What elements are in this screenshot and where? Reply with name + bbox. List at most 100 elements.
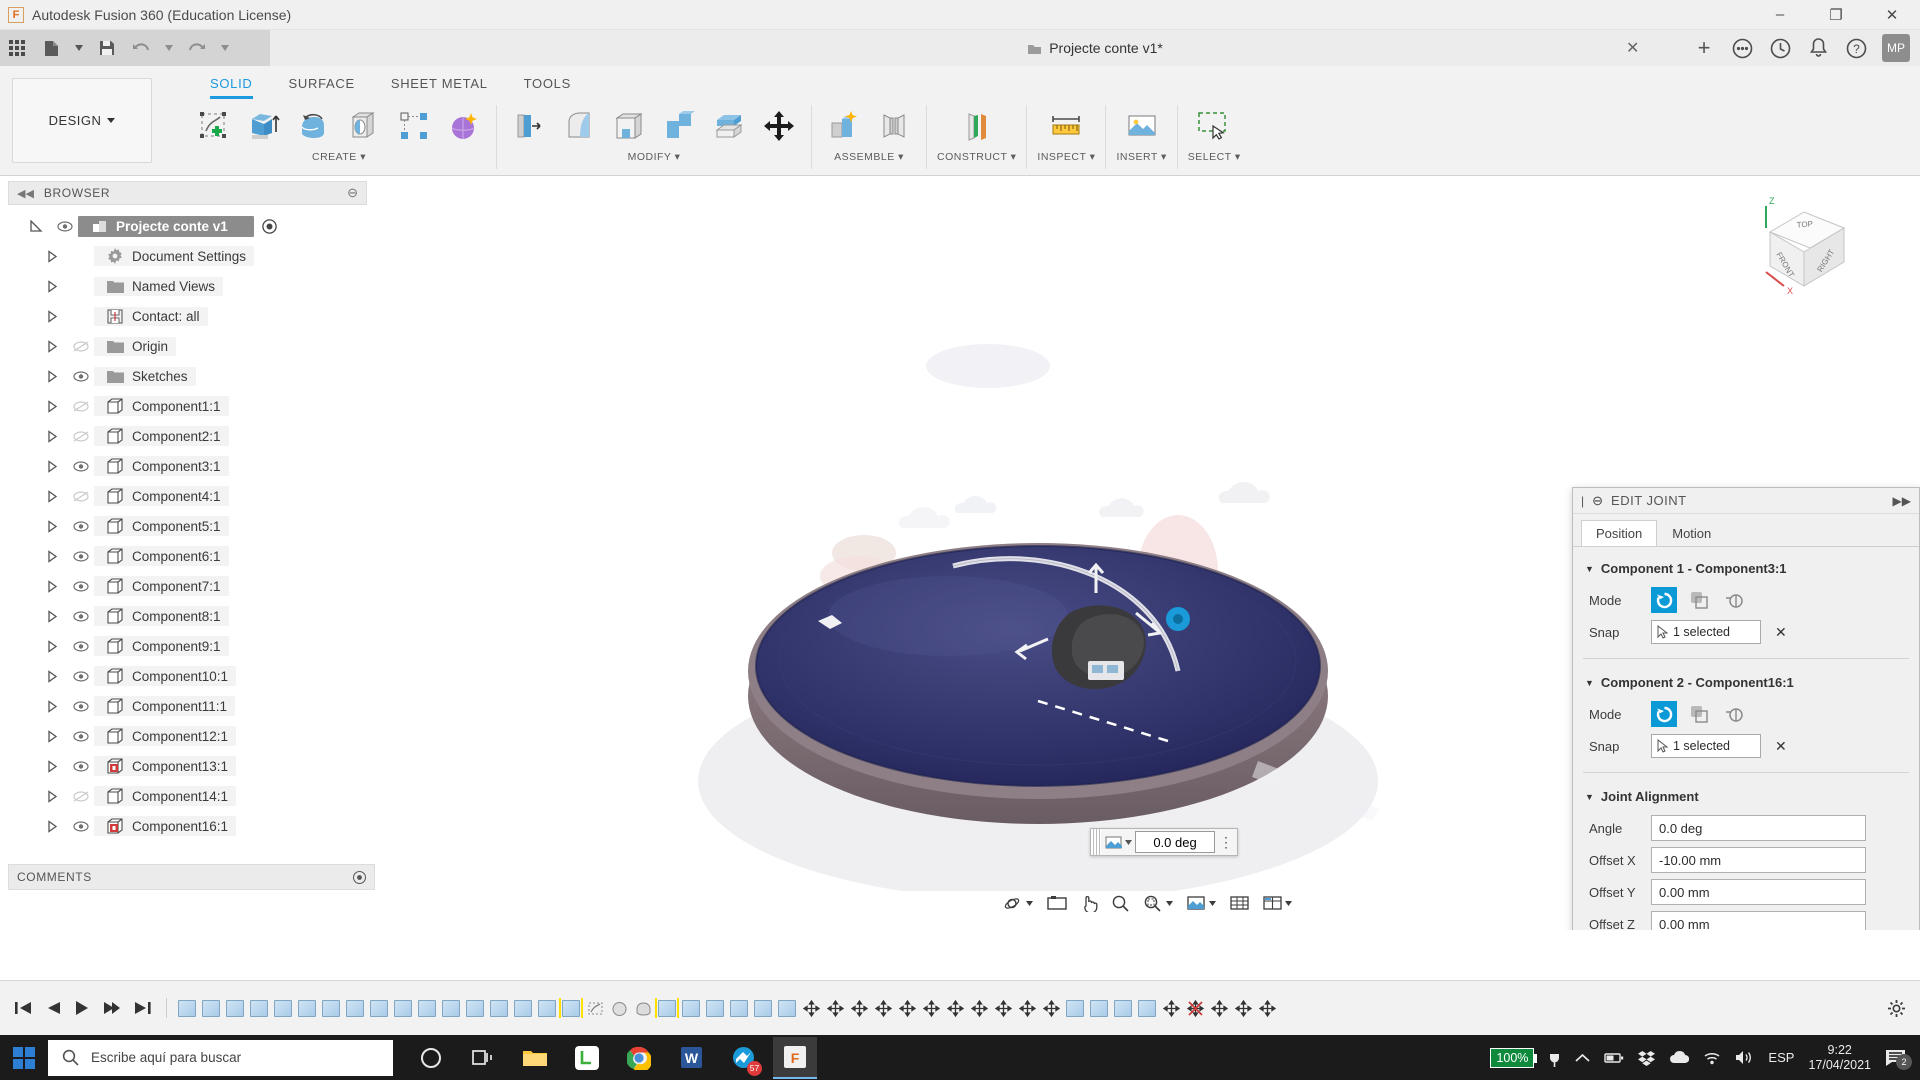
display-settings-icon[interactable] <box>1186 895 1216 911</box>
tree-row-component4-1[interactable]: Component4:1 <box>0 481 375 511</box>
save-icon[interactable] <box>90 33 124 63</box>
timeline-node-feature[interactable] <box>393 998 413 1018</box>
widget-options-icon[interactable]: ⋮ <box>1215 834 1237 851</box>
visibility-eye-icon[interactable] <box>68 670 94 682</box>
measure-icon[interactable] <box>1044 105 1088 147</box>
expand-caret-icon[interactable] <box>46 489 68 503</box>
add-comment-icon[interactable] <box>353 870 366 884</box>
visibility-eye-icon[interactable] <box>68 400 94 412</box>
timeline-node-feature[interactable] <box>417 998 437 1018</box>
select-window-icon[interactable] <box>1192 105 1236 147</box>
viewports-icon[interactable] <box>1262 895 1292 911</box>
messenger-icon[interactable]: 57 <box>721 1037 765 1079</box>
expand-caret-icon[interactable] <box>46 249 68 263</box>
offset-z-field[interactable]: 0.00 mm <box>1651 911 1866 930</box>
redo-icon[interactable] <box>180 33 214 63</box>
timeline-node-feature[interactable] <box>705 998 725 1018</box>
expand-caret-icon[interactable] <box>46 579 68 593</box>
clock[interactable]: 9:22 17/04/2021 <box>1808 1043 1871 1073</box>
taskbar-search[interactable]: Escribe aquí para buscar <box>48 1039 393 1076</box>
timeline-node-joint[interactable] <box>921 998 941 1018</box>
volume-icon[interactable] <box>1735 1050 1754 1065</box>
zoom-icon[interactable] <box>1112 895 1130 912</box>
timeline-node-feature[interactable] <box>681 998 701 1018</box>
undo-icon[interactable] <box>124 33 158 63</box>
expand-caret-icon[interactable] <box>46 549 68 563</box>
timeline-node-joint[interactable] <box>801 998 821 1018</box>
mode-between-two-faces-button[interactable] <box>1721 701 1747 727</box>
timeline-node-feature[interactable] <box>753 998 773 1018</box>
timeline-node-feature[interactable] <box>369 998 389 1018</box>
expand-caret-icon[interactable] <box>30 219 52 233</box>
timeline-node-feature[interactable] <box>655 998 679 1018</box>
timeline-node-joint[interactable] <box>825 998 845 1018</box>
tree-row-component7-1[interactable]: Component7:1 <box>0 571 375 601</box>
timeline-node-joint[interactable] <box>1209 998 1229 1018</box>
tree-row-contact-all[interactable]: Contact: all <box>0 301 375 331</box>
expand-caret-icon[interactable] <box>46 609 68 623</box>
tree-row-component5-1[interactable]: Component5:1 <box>0 511 375 541</box>
timeline-node-feature[interactable] <box>1089 998 1109 1018</box>
panel-inspect-label[interactable]: INSPECT ▾ <box>1037 151 1095 163</box>
form-icon[interactable] <box>442 105 486 147</box>
visibility-eye-icon[interactable] <box>68 370 94 382</box>
orbit-icon[interactable] <box>1004 895 1033 912</box>
pattern-icon[interactable] <box>392 105 436 147</box>
angle-input-widget[interactable]: ⋮ <box>1090 828 1238 856</box>
timeline-node-feature[interactable] <box>465 998 485 1018</box>
visibility-eye-icon[interactable] <box>68 550 94 562</box>
tree-row-component16-1[interactable]: Component16:1 <box>0 811 375 841</box>
show-hidden-icon[interactable] <box>1575 1053 1590 1063</box>
tree-row-root[interactable]: Projecte conte v1 <box>0 211 375 241</box>
mode-between-two-faces-button[interactable] <box>1721 587 1747 613</box>
visibility-eye-icon[interactable] <box>68 640 94 652</box>
file-explorer-icon[interactable] <box>513 1037 557 1079</box>
panel-construct-label[interactable]: CONSTRUCT ▾ <box>937 151 1016 163</box>
visibility-eye-icon[interactable] <box>68 610 94 622</box>
word-icon[interactable]: W <box>669 1037 713 1079</box>
mode-rigid-button[interactable] <box>1651 587 1677 613</box>
timeline-node-feature[interactable] <box>1137 998 1157 1018</box>
mode-as-built-button[interactable] <box>1686 587 1712 613</box>
timeline-node-joint[interactable] <box>897 998 917 1018</box>
widget-drag-handle[interactable] <box>1091 829 1101 855</box>
angle-type-icon[interactable] <box>1101 835 1135 850</box>
view-cube[interactable]: TOP FRONT RIGHT Z X <box>1752 194 1862 304</box>
snap-selection-field[interactable]: 1 selected <box>1651 734 1761 758</box>
timeline-node-feature[interactable] <box>777 998 797 1018</box>
timeline-node-feature[interactable] <box>513 998 533 1018</box>
visibility-eye-icon[interactable] <box>68 580 94 592</box>
timeline-node-feature[interactable] <box>345 998 365 1018</box>
windows-start-button[interactable] <box>0 1035 48 1080</box>
timeline-node-revolve[interactable] <box>633 998 653 1018</box>
timeline-node-feature[interactable] <box>537 998 557 1018</box>
panel-create-label[interactable]: CREATE ▾ <box>312 151 366 163</box>
minimize-browser-icon[interactable]: ⊖ <box>347 185 358 201</box>
expand-caret-icon[interactable] <box>46 429 68 443</box>
timeline-node-feature[interactable] <box>1065 998 1085 1018</box>
insert-image-icon[interactable] <box>1120 105 1164 147</box>
create-sketch-icon[interactable] <box>192 105 236 147</box>
tree-row-sketches[interactable]: Sketches <box>0 361 375 391</box>
tab-position[interactable]: Position <box>1581 520 1658 546</box>
visibility-eye-icon[interactable] <box>68 790 94 802</box>
angle-input[interactable] <box>1135 831 1215 853</box>
tree-row-component13-1[interactable]: Component13:1 <box>0 751 375 781</box>
hole-icon[interactable] <box>342 105 386 147</box>
power-plug-icon[interactable] <box>1548 1049 1561 1067</box>
wifi-icon[interactable] <box>1703 1051 1721 1065</box>
visibility-eye-icon[interactable] <box>52 220 78 232</box>
visibility-eye-icon[interactable] <box>68 820 94 832</box>
minimize-button[interactable]: – <box>1752 0 1808 30</box>
panel-insert-label[interactable]: INSERT ▾ <box>1116 151 1166 163</box>
tree-row-component9-1[interactable]: Component9:1 <box>0 631 375 661</box>
onedrive-icon[interactable] <box>1669 1051 1690 1064</box>
clear-snap-2-icon[interactable]: ✕ <box>1775 738 1787 755</box>
battery-icon[interactable] <box>1604 1052 1624 1064</box>
component-2-heading[interactable]: ▼ Component 2 - Component16:1 <box>1585 675 1909 690</box>
visibility-eye-icon[interactable] <box>68 520 94 532</box>
go-to-end-icon[interactable] <box>134 1000 152 1016</box>
expand-caret-icon[interactable] <box>46 339 68 353</box>
add-tab-button[interactable]: + <box>1692 35 1716 60</box>
collapse-browser-icon[interactable]: ◀◀ <box>17 187 34 200</box>
